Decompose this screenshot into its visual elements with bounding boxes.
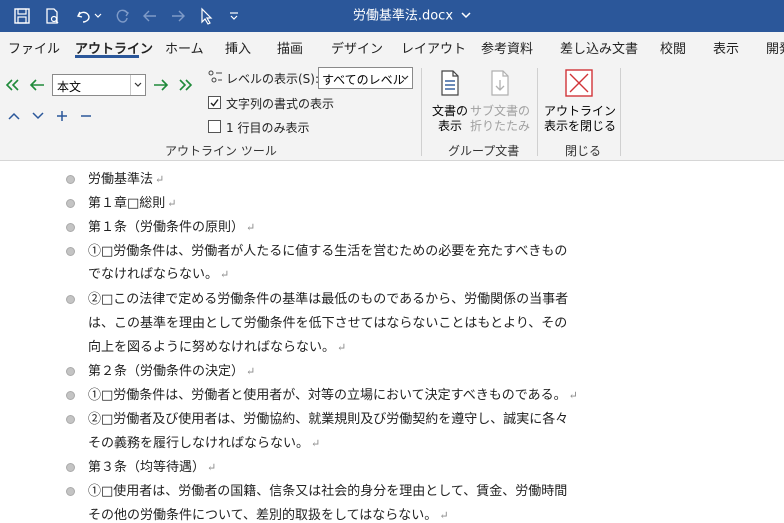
tab-insert[interactable]: 挿入 — [225, 38, 251, 57]
outline-bullet[interactable] — [66, 415, 75, 424]
outline-paragraph[interactable]: 第１章□総則 ↵ — [88, 192, 177, 211]
paragraph-mark: ↵ — [220, 268, 230, 281]
group-divider — [421, 68, 422, 156]
tab-developer[interactable]: 開発 — [766, 38, 784, 57]
outline-bullet[interactable] — [66, 175, 75, 184]
chevron-down-icon[interactable] — [130, 75, 145, 95]
outline-paragraph[interactable]: ①□労働条件は、労働者と使用者が、対等の立場において決定すべきものである。 ↵ — [88, 384, 578, 403]
show-document-label-line1: 文書の — [431, 104, 468, 118]
promote-to-heading1-icon[interactable] — [4, 76, 22, 94]
outline-bullet[interactable] — [66, 463, 75, 472]
show-first-line-only-checkbox[interactable] — [208, 120, 221, 133]
chevron-down-icon[interactable] — [398, 68, 412, 88]
outline-level-value: 本文 — [57, 80, 82, 94]
show-level-value: すべてのレベル — [322, 73, 405, 87]
outline-paragraph-continuation[interactable]: その他の労働条件について、差別的取扱をしてはならない。 ↵ — [88, 504, 449, 523]
outline-paragraph[interactable]: ②□労働者及び使用者は、労働協約、就業規則及び労働契約を遵守し、誠実に各々 — [88, 408, 568, 427]
document-name: 労働基準法.docx — [352, 8, 454, 24]
move-down-icon[interactable] — [30, 108, 46, 124]
outline-paragraph[interactable]: 労働基準法 ↵ — [88, 168, 164, 187]
group-divider — [537, 68, 538, 156]
master-document-group-label: グループ文書 — [448, 144, 520, 158]
demote-icon[interactable] — [152, 76, 170, 94]
ribbon-tabs: ファイル アウトライン ホーム 挿入 描画 デザイン レイアウト 参考資料 差し… — [0, 32, 784, 62]
paragraph-mark: ↵ — [337, 341, 347, 354]
document-area[interactable]: 労働基準法 ↵ 第１章□総則 ↵ 第１条（労働条件の原則） ↵ ①□労働条件は、労働者… — [0, 161, 784, 523]
outline-bullet[interactable] — [66, 199, 75, 208]
outline-bullet[interactable] — [66, 295, 75, 304]
paragraph-mark: ↵ — [311, 437, 321, 450]
outline-paragraph[interactable]: 第２条（労働条件の決定） ↵ — [88, 360, 255, 379]
tab-mailings[interactable]: 差し込み文書 — [560, 38, 638, 57]
outline-level-dropdown[interactable]: 本文 — [52, 74, 146, 96]
collapse-subdocuments-label-line1: サブ文書の — [470, 104, 531, 118]
collapse-subdocuments-icon[interactable] — [486, 68, 514, 98]
paragraph-mark: ↵ — [246, 365, 256, 378]
outline-paragraph-continuation[interactable]: でなければならない。 ↵ — [88, 263, 229, 282]
tab-home[interactable]: ホーム — [165, 38, 204, 57]
close-outline-icon[interactable] — [564, 68, 594, 98]
outline-paragraph-continuation[interactable]: 向上を図るように努めなければならない。 ↵ — [88, 336, 346, 355]
collapse-subdocuments-button[interactable]: サブ文書の 折りたたみ — [470, 104, 530, 134]
outline-bullet[interactable] — [66, 487, 75, 496]
tab-layout[interactable]: レイアウト — [401, 38, 466, 57]
close-outline-label-line2: 表示を閉じる — [544, 119, 617, 133]
collapse-subdocuments-label-line2: 折りたたみ — [470, 119, 531, 133]
outline-paragraph[interactable]: 第３条（均等待遇） ↵ — [88, 456, 216, 475]
paragraph-mark: ↵ — [207, 461, 217, 474]
paragraph-mark: ↵ — [155, 173, 165, 186]
paragraph-mark: ↵ — [439, 509, 449, 522]
title-bar: 労働基準法.docx — [0, 0, 784, 32]
tab-design[interactable]: デザイン — [331, 38, 383, 57]
outline-paragraph[interactable]: ①□使用者は、労働者の国籍、信条又は社会的身分を理由として、賃金、労働時間 — [88, 480, 567, 499]
demote-to-body-icon[interactable] — [176, 76, 194, 94]
close-group-label: 閉じる — [565, 144, 602, 158]
show-document-icon[interactable] — [436, 68, 464, 98]
outline-paragraph[interactable]: ②□この法律で定める労働条件の基準は最低のものであるから、労働関係の当事者 — [88, 288, 568, 307]
outline-paragraph[interactable]: 第１条（労働条件の原則） ↵ — [88, 216, 255, 235]
show-level-dropdown[interactable]: すべてのレベル — [318, 67, 413, 89]
close-outline-view-button[interactable]: アウトライン 表示を閉じる — [544, 104, 617, 134]
tab-file[interactable]: ファイル — [8, 38, 60, 57]
show-document-button[interactable]: 文書の 表示 — [430, 104, 470, 134]
active-tab-indicator — [75, 55, 139, 58]
expand-icon[interactable] — [54, 108, 70, 124]
outline-paragraph-continuation[interactable]: その義務を履行しなければならない。 ↵ — [88, 432, 320, 451]
paragraph-mark: ↵ — [246, 221, 256, 234]
show-text-formatting-checkbox[interactable] — [208, 96, 221, 109]
paragraph-mark: ↵ — [167, 197, 177, 210]
window-title[interactable]: 労働基準法.docx — [0, 0, 784, 32]
close-outline-label-line1: アウトライン — [544, 104, 617, 118]
outline-bullet[interactable] — [66, 223, 75, 232]
ribbon-outline: 本文 レベルの表示(S): すべてのレベル 文字列の書式の表示 1 行目のみ表示… — [0, 62, 784, 161]
paragraph-mark: ↵ — [568, 389, 578, 402]
outline-bullet[interactable] — [66, 391, 75, 400]
show-first-line-only-label: 1 行目のみ表示 — [226, 121, 310, 135]
promote-icon[interactable] — [28, 76, 46, 94]
outline-bullet[interactable] — [66, 247, 75, 256]
move-up-icon[interactable] — [6, 108, 22, 124]
group-divider — [620, 68, 621, 156]
show-level-label: レベルの表示(S): — [226, 72, 320, 86]
tab-review[interactable]: 校閲 — [660, 38, 686, 57]
outline-paragraph-continuation[interactable]: は、この基準を理由として労働条件を低下させてはならないことはもとより、その — [88, 312, 567, 331]
show-document-label-line2: 表示 — [437, 119, 462, 133]
outline-paragraph[interactable]: ①□労働条件は、労働者が人たるに値する生活を営むための必要を充たすべきもの — [88, 240, 567, 259]
outline-tools-group-label: アウトライン ツール — [165, 144, 277, 158]
tab-draw[interactable]: 描画 — [277, 38, 303, 57]
tab-view[interactable]: 表示 — [713, 38, 739, 57]
title-chevron-down-icon[interactable] — [461, 0, 471, 32]
tab-references[interactable]: 参考資料 — [481, 38, 533, 57]
show-level-icon — [206, 68, 224, 86]
outline-bullet[interactable] — [66, 367, 75, 376]
show-text-formatting-label: 文字列の書式の表示 — [226, 97, 335, 111]
collapse-icon[interactable] — [78, 108, 94, 124]
